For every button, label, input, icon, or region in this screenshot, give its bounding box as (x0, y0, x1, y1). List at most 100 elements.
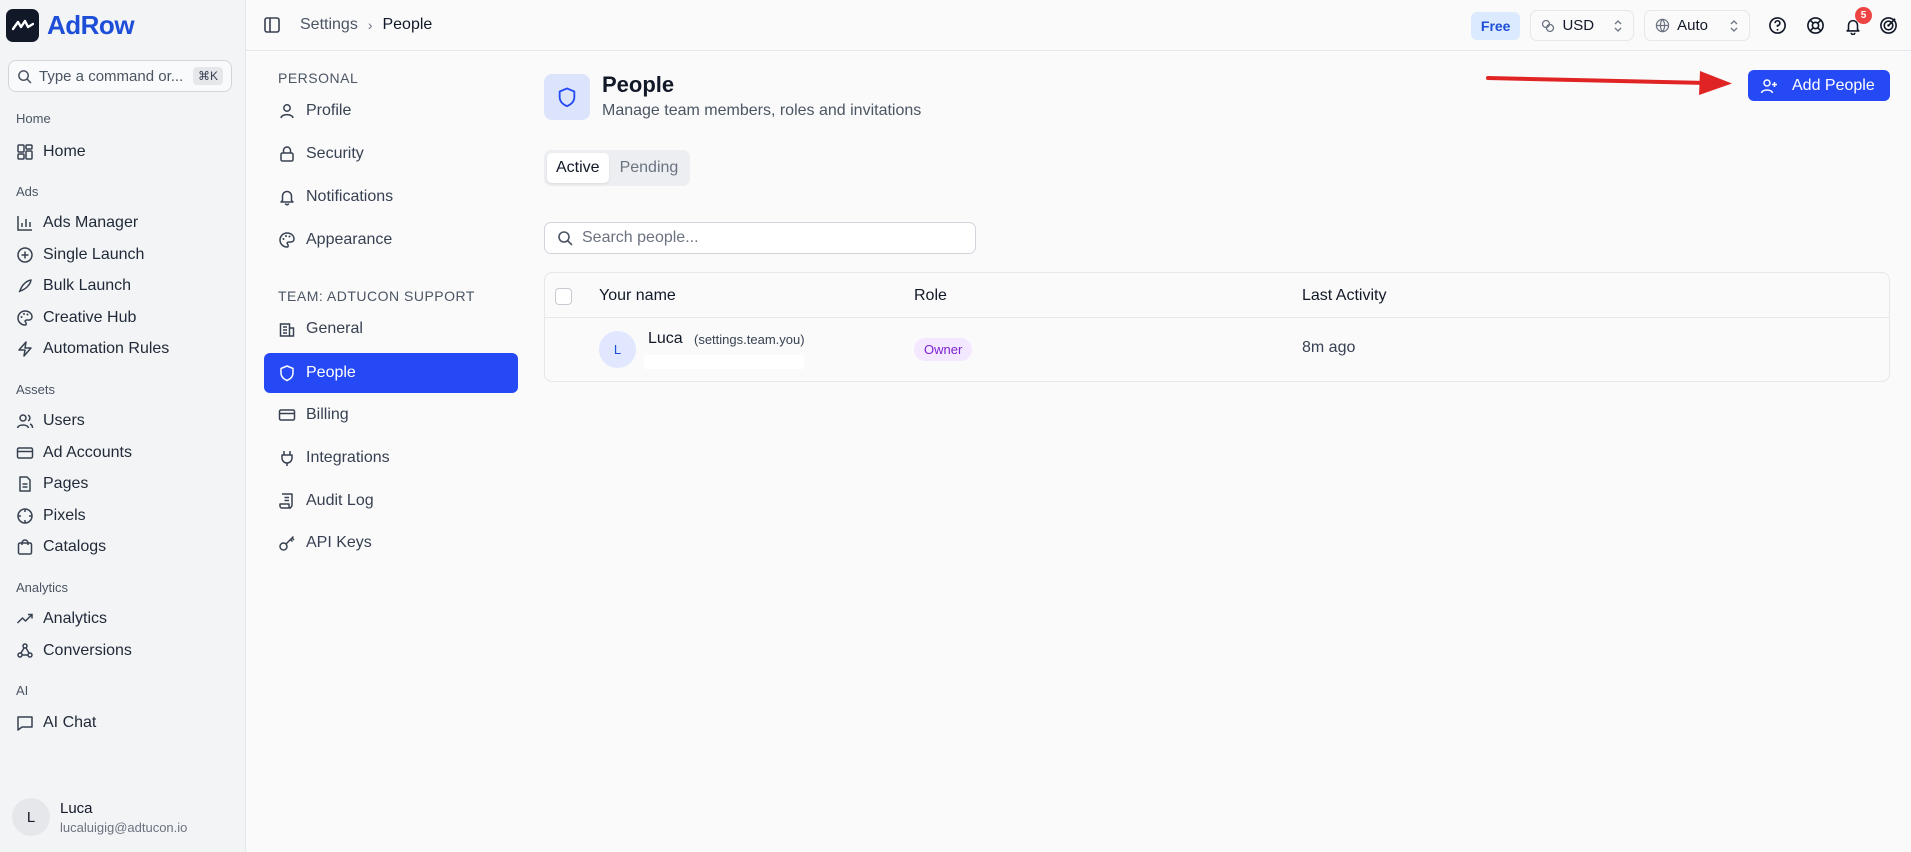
coins-icon (1542, 19, 1555, 32)
sidebar-item-label: Automation Rules (43, 340, 170, 357)
goals-button[interactable] (1877, 15, 1899, 37)
settings-item-label: Audit Log (306, 492, 374, 509)
shield-icon (558, 87, 576, 108)
sidebar-item-label: Ads Manager (43, 214, 139, 231)
brand[interactable]: AdRow (6, 8, 135, 42)
sidebar-item-analytics[interactable]: Analytics (16, 605, 107, 633)
sidebar-item-ads-manager[interactable]: Ads Manager (16, 209, 138, 237)
notification-count: 5 (1855, 6, 1872, 24)
theme-value: Auto (1677, 17, 1708, 34)
topbar-actions: Free USD Auto 5 (1470, 6, 1899, 41)
settings-item-label: Notifications (306, 188, 394, 205)
settings-item-label: Appearance (306, 231, 393, 248)
rocket-icon (18, 279, 32, 293)
trend-icon (16, 613, 33, 624)
sidebar-item-label: Users (43, 412, 85, 429)
chevron-updown-icon (1614, 19, 1622, 32)
people-search (544, 222, 976, 254)
app-sidebar: AdRow Type a command or... ⌘K Home Home … (0, 0, 246, 852)
card-icon (278, 409, 296, 421)
page-subtitle: Manage team members, roles and invitatio… (602, 102, 922, 119)
add-people-button[interactable]: Add People (1748, 70, 1890, 101)
currency-value: USD (1562, 17, 1595, 34)
avatar: L (12, 798, 50, 836)
card-icon (16, 447, 34, 459)
sidebar-item-home[interactable]: Home (16, 138, 86, 166)
help-icon (1768, 17, 1786, 34)
sidebar-item-single-launch[interactable]: Single Launch (16, 241, 144, 269)
settings-item-people[interactable]: People (264, 353, 518, 393)
toggle-sidebar-button[interactable] (262, 15, 282, 35)
settings-item-profile[interactable]: Profile (264, 91, 518, 131)
table-header: Your name Role Last Activity (545, 273, 1889, 318)
sidebar-item-label: Conversions (43, 642, 132, 659)
sidebar-item-label: Pixels (43, 507, 86, 524)
sidebar-item-catalogs[interactable]: Catalogs (16, 533, 106, 561)
sidebar-item-ad-accounts[interactable]: Ad Accounts (16, 439, 132, 467)
sidebar-item-bulk-launch[interactable]: Bulk Launch (16, 272, 131, 300)
users-icon (16, 414, 34, 429)
sidebar-item-creative-hub[interactable]: Creative Hub (16, 304, 136, 332)
user-card[interactable]: L Luca lucaluigig@adtucon.io (12, 798, 187, 836)
settings-item-security[interactable]: Security (264, 134, 518, 174)
plus-circle-icon (17, 247, 33, 263)
settings-item-integrations[interactable]: Integrations (264, 438, 518, 478)
sidebar-item-label: Creative Hub (43, 309, 137, 326)
search-icon (18, 69, 32, 83)
user-email: lucaluigig@adtucon.io (60, 819, 188, 835)
target-icon (1879, 17, 1897, 34)
notifications-button[interactable]: 5 (1842, 6, 1872, 37)
key-icon (279, 535, 295, 551)
chat-icon (17, 716, 33, 731)
chevron-updown-icon (1730, 19, 1738, 32)
member-you-label: (settings.team.you) (694, 332, 805, 347)
breadcrumb-current: People (382, 16, 433, 33)
tab-active[interactable]: Active (547, 153, 609, 183)
sidebar-item-automation-rules[interactable]: Automation Rules (16, 335, 169, 363)
crosshair-icon (17, 508, 33, 524)
settings-item-notifications[interactable]: Notifications (264, 177, 518, 217)
support-button[interactable] (1804, 15, 1826, 37)
settings-item-label: People (306, 364, 356, 381)
settings-item-label: API Keys (306, 534, 372, 551)
theme-select[interactable]: Auto (1644, 10, 1750, 41)
settings-item-api-keys[interactable]: API Keys (264, 523, 518, 563)
settings-item-billing[interactable]: Billing (264, 395, 518, 435)
breadcrumb-settings[interactable]: Settings (300, 16, 358, 34)
dashboard-icon (17, 144, 33, 160)
currency-select[interactable]: USD (1530, 10, 1635, 41)
settings-item-appearance[interactable]: Appearance (264, 220, 518, 260)
settings-section-team: TEAM: ADTUCON SUPPORT (278, 288, 475, 304)
help-button[interactable] (1766, 15, 1788, 37)
column-header-role[interactable]: Role (914, 287, 947, 305)
sidebar-item-users[interactable]: Users (16, 407, 85, 435)
command-shortcut: ⌘K (192, 67, 223, 85)
settings-item-audit-log[interactable]: Audit Log (264, 481, 518, 521)
breadcrumb: Settings › People (300, 16, 432, 34)
settings-item-general[interactable]: General (264, 309, 518, 349)
topbar: Settings › People Free USD Auto 5 (246, 0, 1911, 51)
sidebar-item-conversions[interactable]: Conversions (16, 637, 132, 665)
search-input[interactable] (582, 229, 963, 247)
sidebar-item-pages[interactable]: Pages (16, 470, 88, 498)
sidebar-item-ai-chat[interactable]: AI Chat (16, 709, 96, 737)
shield-icon (280, 365, 294, 382)
bolt-icon (18, 341, 32, 357)
sidebar-item-label: Bulk Launch (43, 277, 132, 294)
bell-icon (280, 190, 294, 206)
plan-badge[interactable]: Free (1470, 11, 1521, 40)
nav-section-ads: Ads (16, 184, 39, 199)
column-header-name[interactable]: Your name (599, 287, 676, 305)
select-all-checkbox[interactable] (555, 288, 572, 305)
sidebar-item-pixels[interactable]: Pixels (16, 502, 86, 530)
tab-pending[interactable]: Pending (611, 153, 688, 183)
lifebuoy-icon (1806, 17, 1824, 34)
webhook-icon (17, 643, 33, 658)
user-name: Luca (60, 799, 93, 817)
page-title: People (602, 72, 675, 97)
shopping-bag-icon (17, 539, 33, 555)
command-search[interactable]: Type a command or... ⌘K (8, 60, 232, 92)
nav-section-analytics: Analytics (16, 580, 69, 595)
column-header-last-activity[interactable]: Last Activity (1302, 287, 1386, 305)
nav-section-home: Home (16, 111, 51, 126)
